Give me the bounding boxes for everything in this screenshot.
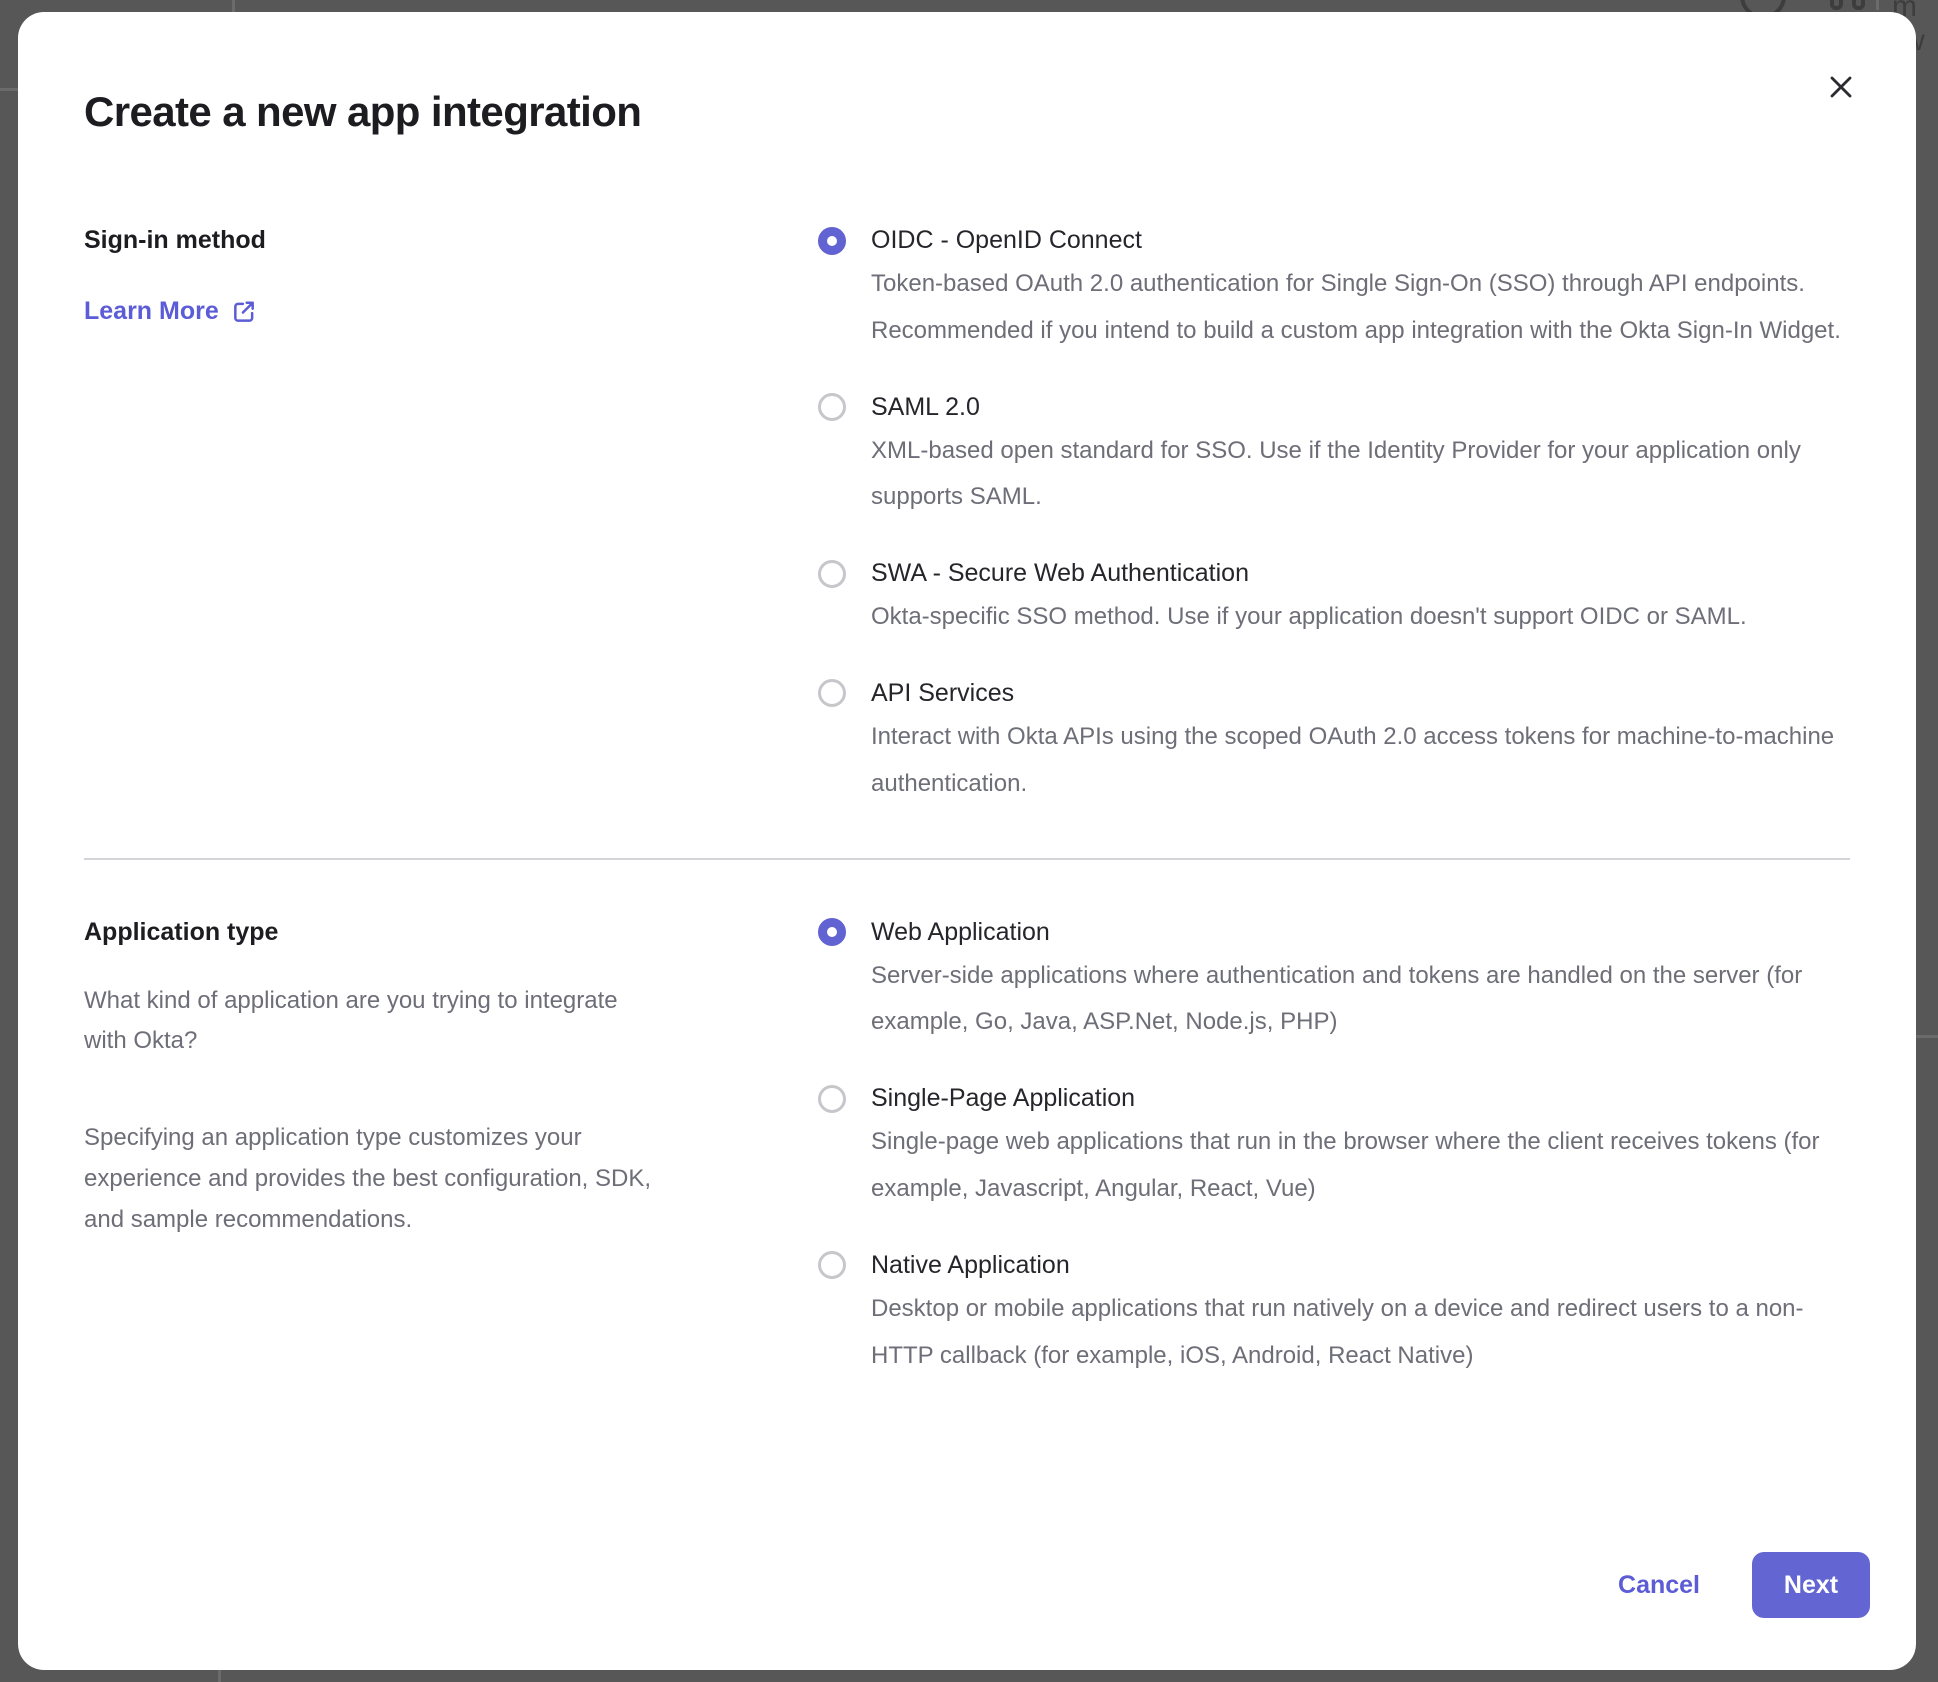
radio-option-label: API Services (871, 679, 1014, 708)
signin-method-left-column: Sign-in method Learn More (84, 226, 818, 326)
close-icon (1827, 73, 1855, 101)
radio-option-description: Interact with Okta APIs using the scoped… (818, 714, 1850, 808)
radio-option-saml: SAML 2.0 XML-based open standard for SSO… (818, 393, 1850, 522)
radio-option-description: XML-based open standard for SSO. Use if … (818, 428, 1850, 522)
learn-more-label: Learn More (84, 297, 219, 326)
application-type-note: Specifying an application type customize… (84, 1118, 664, 1240)
application-type-options: Web Application Server-side applications… (818, 918, 1850, 1380)
radio-option-label: SWA - Secure Web Authentication (871, 559, 1249, 588)
cancel-button[interactable]: Cancel (1618, 1571, 1700, 1600)
radio-option-native-application: Native Application Desktop or mobile app… (818, 1251, 1850, 1380)
radio-option-description: Desktop or mobile applications that run … (818, 1286, 1850, 1380)
radio-option-description: Okta-specific SSO method. Use if your ap… (818, 594, 1850, 641)
radio-unselected-icon[interactable] (818, 679, 846, 707)
signin-method-heading: Sign-in method (84, 226, 818, 255)
radio-unselected-icon[interactable] (818, 560, 846, 588)
learn-more-link[interactable]: Learn More (84, 297, 257, 326)
radio-unselected-icon[interactable] (818, 1251, 846, 1279)
radio-option-label: Single-Page Application (871, 1084, 1135, 1113)
radio-option-single-page-application-head[interactable]: Single-Page Application (818, 1084, 1850, 1113)
radio-option-oidc-head[interactable]: OIDC - OpenID Connect (818, 226, 1850, 255)
radio-option-native-application-head[interactable]: Native Application (818, 1251, 1850, 1280)
background-table-line (232, 0, 235, 12)
radio-option-api-services: API Services Interact with Okta APIs usi… (818, 679, 1850, 808)
radio-option-web-application-head[interactable]: Web Application (818, 918, 1850, 947)
radio-option-swa-head[interactable]: SWA - Secure Web Authentication (818, 559, 1850, 588)
application-type-heading: Application type (84, 918, 818, 947)
radio-unselected-icon[interactable] (818, 1085, 846, 1113)
dialog-footer: Cancel Next (84, 1552, 1870, 1618)
radio-option-web-application: Web Application Server-side applications… (818, 918, 1850, 1047)
signin-method-section: Sign-in method Learn More OIDC - OpenID … (84, 226, 1850, 808)
close-button[interactable] (1818, 64, 1864, 110)
dialog-title: Create a new app integration (84, 88, 1850, 136)
radio-option-description: Single-page web applications that run in… (818, 1119, 1850, 1213)
background-table-line (0, 88, 18, 91)
application-type-question: What kind of application are you trying … (84, 981, 664, 1063)
signin-method-options: OIDC - OpenID Connect Token-based OAuth … (818, 226, 1850, 808)
radio-option-label: Web Application (871, 918, 1050, 947)
radio-selected-icon[interactable] (818, 918, 846, 946)
background-table-line (1876, 0, 1879, 10)
radio-selected-icon[interactable] (818, 227, 846, 255)
radio-option-label: SAML 2.0 (871, 393, 980, 422)
application-type-section: Application type What kind of applicatio… (84, 918, 1850, 1380)
application-type-left-column: Application type What kind of applicatio… (84, 918, 818, 1241)
radio-option-oidc: OIDC - OpenID Connect Token-based OAuth … (818, 226, 1850, 355)
background-table-line (1916, 1035, 1938, 1038)
radio-option-api-services-head[interactable]: API Services (818, 679, 1850, 708)
next-button[interactable]: Next (1752, 1552, 1870, 1618)
radio-option-description: Server-side applications where authentic… (818, 953, 1850, 1047)
radio-option-saml-head[interactable]: SAML 2.0 (818, 393, 1850, 422)
radio-unselected-icon[interactable] (818, 393, 846, 421)
radio-option-single-page-application: Single-Page Application Single-page web … (818, 1084, 1850, 1213)
radio-option-label: Native Application (871, 1251, 1070, 1280)
section-divider (84, 858, 1850, 860)
create-app-integration-dialog: Create a new app integration Sign-in met… (18, 12, 1916, 1670)
radio-option-swa: SWA - Secure Web Authentication Okta-spe… (818, 559, 1850, 641)
background-table-line (218, 1670, 221, 1682)
background-chart-icon (1852, 0, 1865, 10)
radio-option-label: OIDC - OpenID Connect (871, 226, 1142, 255)
radio-option-description: Token-based OAuth 2.0 authentication for… (818, 261, 1850, 355)
external-link-icon (231, 299, 257, 325)
background-chart-icon (1830, 0, 1843, 10)
